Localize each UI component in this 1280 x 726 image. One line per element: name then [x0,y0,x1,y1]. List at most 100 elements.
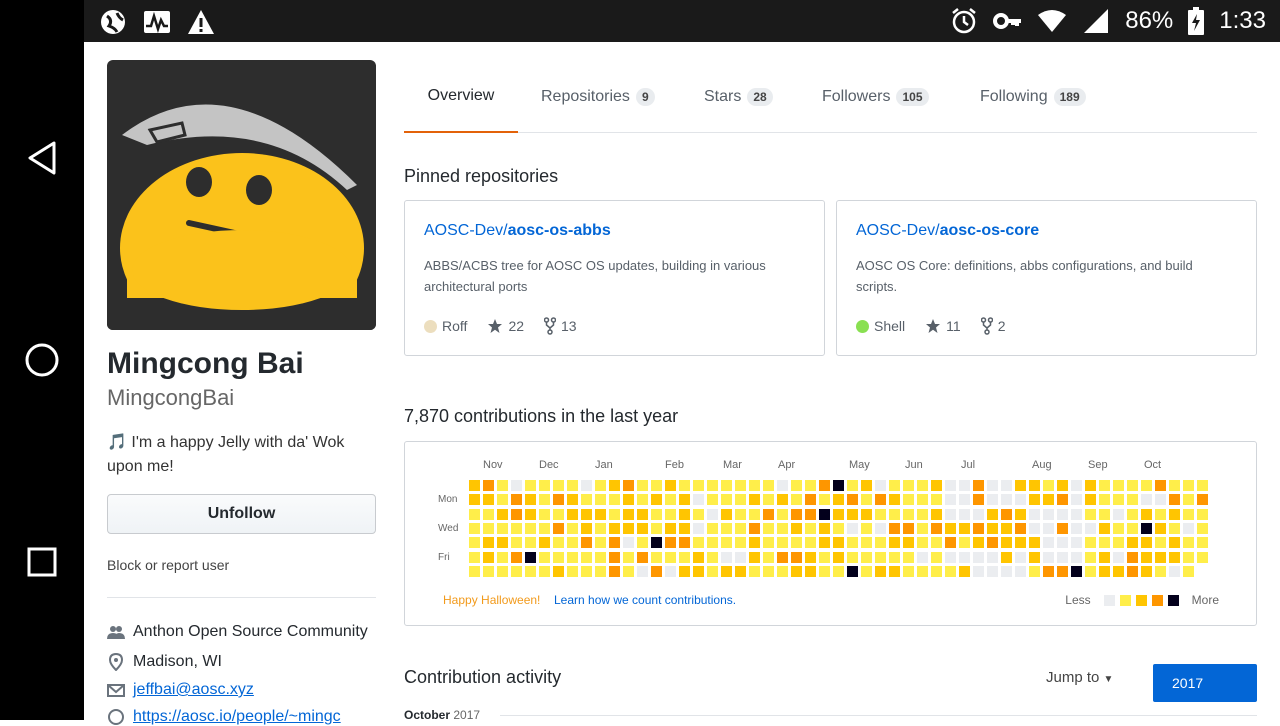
contribution-day-cell[interactable] [889,565,900,577]
contribution-day-cell[interactable] [1099,508,1110,520]
contribution-day-cell[interactable] [1085,551,1096,563]
contribution-day-cell[interactable] [1127,480,1138,491]
contribution-day-cell[interactable] [847,565,858,577]
contribution-day-cell[interactable] [735,551,746,563]
contribution-day-cell[interactable] [791,551,802,563]
contribution-day-cell[interactable] [1113,551,1124,563]
contribution-day-cell[interactable] [1197,494,1208,506]
contribution-day-cell[interactable] [1141,551,1152,563]
repo-stars[interactable]: 22 [487,318,524,334]
contribution-day-cell[interactable] [609,480,620,491]
contribution-day-cell[interactable] [1085,494,1096,506]
contribution-day-cell[interactable] [1155,480,1166,491]
contribution-day-cell[interactable] [1015,494,1026,506]
contribution-day-cell[interactable] [679,551,690,563]
contribution-day-cell[interactable] [665,480,676,491]
contribution-day-cell[interactable] [861,508,872,520]
contribution-day-cell[interactable] [595,537,606,549]
contribution-day-cell[interactable] [497,494,508,506]
contribution-day-cell[interactable] [721,508,732,520]
contribution-day-cell[interactable] [917,508,928,520]
contribution-day-cell[interactable] [581,522,592,534]
contribution-day-cell[interactable] [721,480,732,491]
tab-following[interactable]: Following 189 [980,60,1086,133]
contribution-day-cell[interactable] [693,551,704,563]
repo-stars[interactable]: 11 [925,318,961,334]
contribution-day-cell[interactable] [777,494,788,506]
contribution-day-cell[interactable] [1057,537,1068,549]
contribution-day-cell[interactable] [833,551,844,563]
contribution-day-cell[interactable] [553,522,564,534]
contribution-day-cell[interactable] [525,565,536,577]
home-icon[interactable] [22,340,62,380]
contribution-day-cell[interactable] [595,522,606,534]
contribution-day-cell[interactable] [1127,508,1138,520]
contribution-day-cell[interactable] [665,494,676,506]
contribution-day-cell[interactable] [721,551,732,563]
contribution-day-cell[interactable] [875,537,886,549]
contribution-day-cell[interactable] [581,494,592,506]
contribution-day-cell[interactable] [693,480,704,491]
contribution-day-cell[interactable] [777,565,788,577]
contribution-day-cell[interactable] [623,565,634,577]
contribution-day-cell[interactable] [567,494,578,506]
contribution-day-cell[interactable] [791,494,802,506]
contribution-day-cell[interactable] [819,480,830,491]
contribution-day-cell[interactable] [1169,508,1180,520]
contribution-day-cell[interactable] [931,522,942,534]
contribution-day-cell[interactable] [1085,508,1096,520]
contribution-day-cell[interactable] [777,480,788,491]
contribution-day-cell[interactable] [707,508,718,520]
learn-contributions-link[interactable]: Learn how we count contributions. [554,593,736,607]
contribution-day-cell[interactable] [637,494,648,506]
contribution-day-cell[interactable] [987,537,998,549]
contribution-day-cell[interactable] [469,508,480,520]
contribution-day-cell[interactable] [1141,537,1152,549]
back-icon[interactable] [22,138,62,178]
contribution-day-cell[interactable] [1127,551,1138,563]
tab-overview[interactable]: Overview [404,60,518,133]
contribution-day-cell[interactable] [1085,522,1096,534]
contribution-day-cell[interactable] [637,537,648,549]
contribution-day-cell[interactable] [679,494,690,506]
contribution-day-cell[interactable] [665,508,676,520]
contribution-day-cell[interactable] [959,508,970,520]
contribution-day-cell[interactable] [1001,480,1012,491]
contribution-day-cell[interactable] [1015,565,1026,577]
contribution-day-cell[interactable] [1155,551,1166,563]
contribution-day-cell[interactable] [1057,480,1068,491]
contribution-day-cell[interactable] [707,565,718,577]
contribution-day-cell[interactable] [945,494,956,506]
contribution-day-cell[interactable] [623,537,634,549]
contribution-day-cell[interactable] [889,480,900,491]
contribution-day-cell[interactable] [735,480,746,491]
contribution-day-cell[interactable] [637,565,648,577]
contribution-day-cell[interactable] [665,551,676,563]
contribution-day-cell[interactable] [651,508,662,520]
contribution-day-cell[interactable] [931,480,942,491]
contribution-day-cell[interactable] [1043,565,1054,577]
contribution-day-cell[interactable] [875,522,886,534]
contribution-day-cell[interactable] [1029,494,1040,506]
website-link[interactable]: https://aosc.io/people/~mingc [133,708,341,726]
contribution-day-cell[interactable] [875,508,886,520]
contribution-day-cell[interactable] [637,551,648,563]
contribution-day-cell[interactable] [805,508,816,520]
contribution-day-cell[interactable] [1141,508,1152,520]
contribution-day-cell[interactable] [763,551,774,563]
contribution-day-cell[interactable] [987,551,998,563]
contribution-day-cell[interactable] [917,565,928,577]
contribution-day-cell[interactable] [805,522,816,534]
contribution-day-cell[interactable] [707,522,718,534]
contribution-day-cell[interactable] [511,508,522,520]
contribution-day-cell[interactable] [847,508,858,520]
contribution-day-cell[interactable] [623,480,634,491]
contribution-day-cell[interactable] [567,551,578,563]
contribution-day-cell[interactable] [693,537,704,549]
contribution-day-cell[interactable] [875,494,886,506]
contribution-day-cell[interactable] [651,551,662,563]
contribution-day-cell[interactable] [917,494,928,506]
contribution-day-cell[interactable] [833,522,844,534]
contribution-day-cell[interactable] [763,522,774,534]
contribution-day-cell[interactable] [945,565,956,577]
